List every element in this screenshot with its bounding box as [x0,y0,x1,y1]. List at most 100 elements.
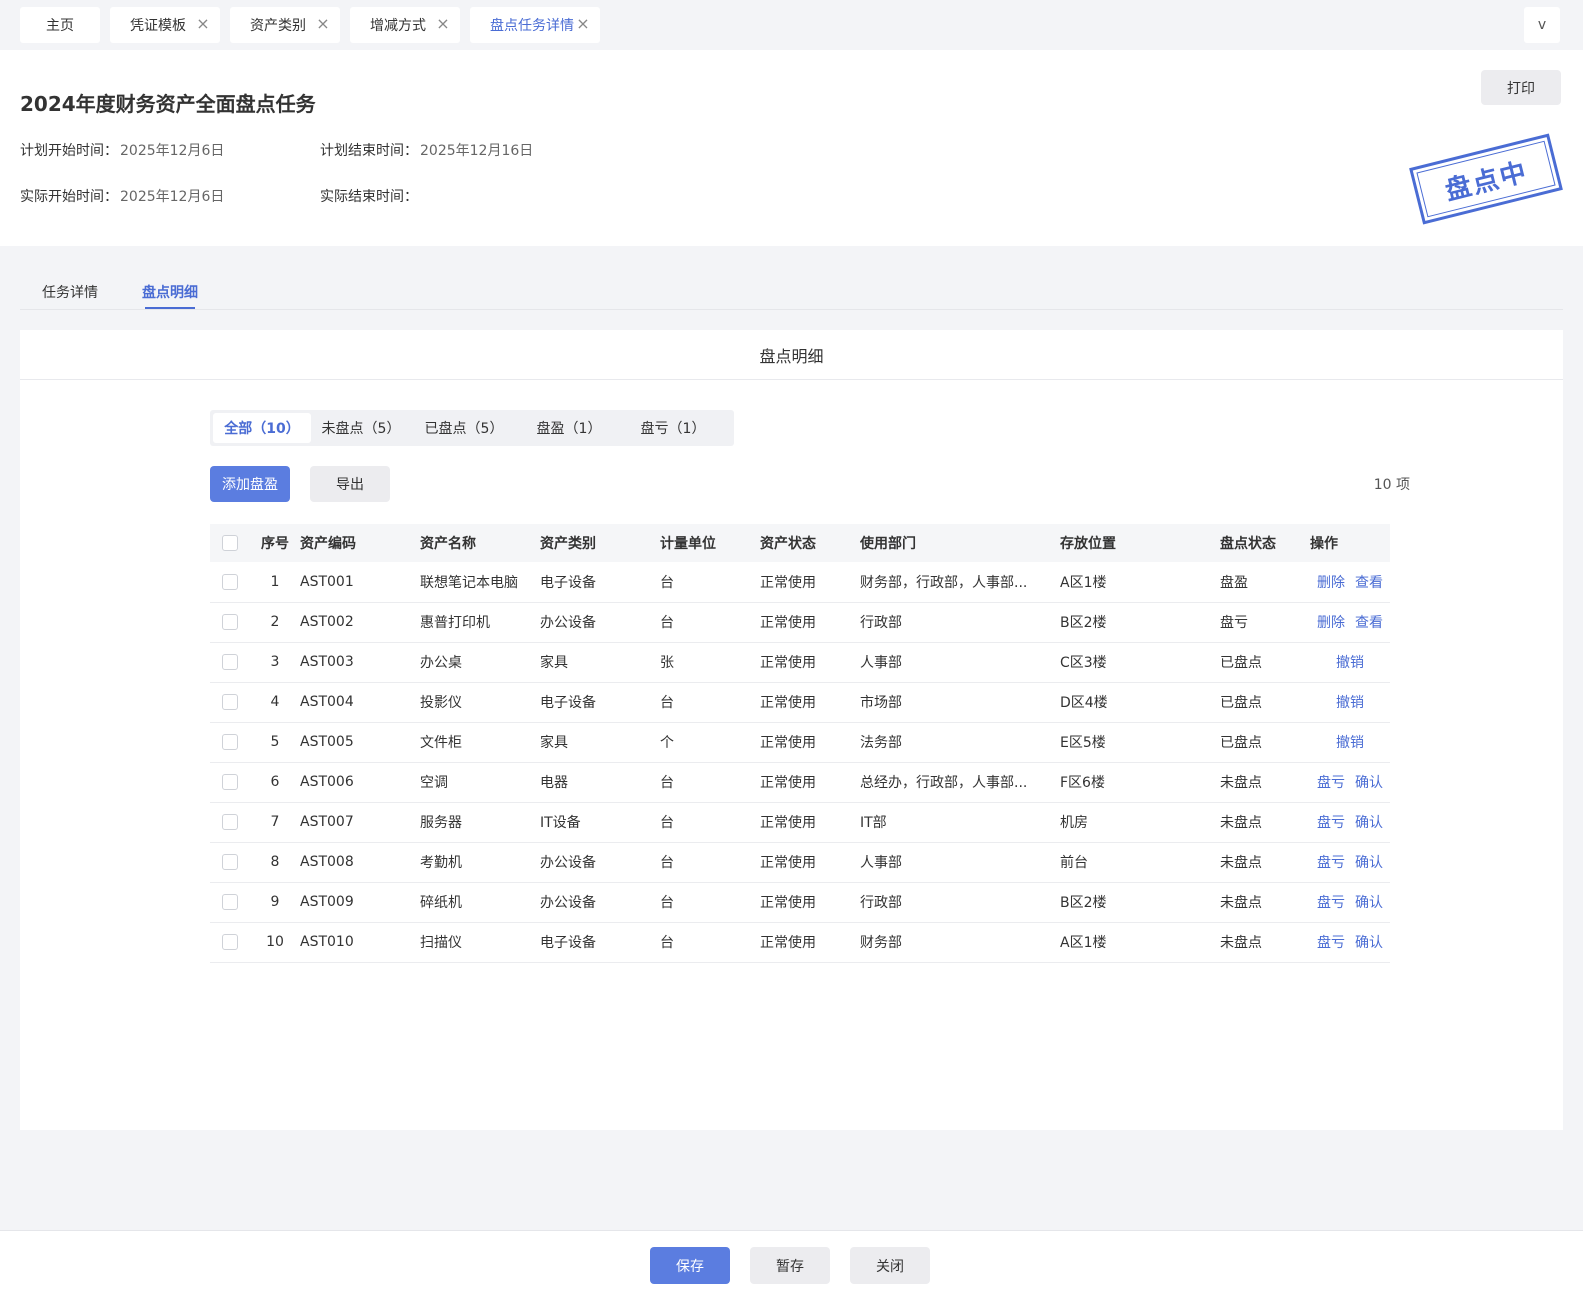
tab-home[interactable]: 主页 [20,7,100,43]
filter-unchecked[interactable]: 未盘点（5） [311,413,411,443]
asset-location: 机房 [1060,802,1220,843]
row-action-link[interactable]: 盘亏 [1317,775,1345,791]
row-action-link[interactable]: 盘亏 [1317,855,1345,871]
status-stamp: 盘点中 [1409,133,1563,225]
asset-dept: 人事部 [860,642,1060,683]
row-index: 1 [250,562,300,603]
asset-unit: 台 [660,842,760,883]
asset-location: F区6楼 [1060,762,1220,803]
table-row: 3 AST003 办公桌 家具张正常使用 人事部 C区3楼 已盘点 撤销 [210,642,1390,683]
save-button[interactable]: 保存 [650,1247,730,1284]
asset-category: 电子设备 [540,922,660,963]
tab-asset-category[interactable]: 资产类别 × [230,7,340,43]
row-checkbox[interactable] [222,894,238,910]
header-index: 序号 [250,524,300,562]
select-all-cell [210,524,250,562]
asset-code: AST010 [300,922,420,963]
row-action-link[interactable]: 删除 [1317,575,1345,591]
check-status: 未盘点 [1220,762,1310,803]
row-action-link[interactable]: 删除 [1317,615,1345,631]
tab-inventory-task-detail[interactable]: 盘点任务详情 × [470,7,600,43]
asset-unit: 张 [660,642,760,683]
tab-change-method[interactable]: 增减方式 × [350,7,460,43]
filter-loss[interactable]: 盘亏（1） [621,413,725,443]
row-checkbox[interactable] [222,573,238,590]
plan-start-value: 2025年12月6日 [120,143,225,159]
tab-label: 主页 [46,18,74,34]
header-status: 资产状态 [760,524,860,562]
row-checkbox[interactable] [222,694,238,710]
close-icon[interactable]: × [195,16,211,32]
row-action-link[interactable]: 确认 [1355,815,1383,831]
asset-code: AST004 [300,682,420,723]
row-action-link[interactable]: 确认 [1355,895,1383,911]
row-actions: 盘亏 确认 [1310,842,1390,883]
row-index: 3 [250,642,300,683]
row-action-link[interactable]: 查看 [1355,575,1383,591]
asset-name: 考勤机 [420,842,540,883]
plan-end-label: 计划结束时间： [320,143,418,159]
row-checkbox[interactable] [222,734,238,750]
export-button[interactable]: 导出 [310,466,390,502]
filter-surplus[interactable]: 盘盈（1） [517,413,621,443]
inventory-detail-panel: 盘点明细 全部（10） 未盘点（5） 已盘点（5） 盘盈（1） 盘亏（1） 添加… [20,330,1563,1130]
asset-status: 正常使用 [760,922,860,963]
select-all-checkbox[interactable] [222,535,238,551]
row-action-link[interactable]: 盘亏 [1317,895,1345,911]
asset-category: 办公设备 [540,882,660,923]
asset-location: B区2楼 [1060,602,1220,643]
actual-end-label: 实际结束时间： [320,189,418,205]
asset-location: C区3楼 [1060,642,1220,683]
tab-more-button[interactable]: v [1524,7,1560,43]
asset-category: IT设备 [540,802,660,843]
tab-inventory-detail[interactable]: 盘点明细 [142,282,198,302]
actual-start-value: 2025年12月6日 [120,189,225,205]
row-checkbox[interactable] [222,814,238,830]
asset-category: 电子设备 [540,562,660,603]
plan-end-value: 2025年12月16日 [420,143,534,159]
asset-dept: IT部 [860,802,1060,843]
close-icon[interactable]: × [315,16,331,32]
draft-button[interactable]: 暂存 [750,1247,830,1284]
row-action-link[interactable]: 盘亏 [1317,815,1345,831]
row-action-link[interactable]: 撤销 [1336,695,1364,711]
filter-checked[interactable]: 已盘点（5） [411,413,517,443]
row-checkbox[interactable] [222,614,238,630]
header-check-status: 盘点状态 [1220,524,1310,562]
tab-label: 资产类别 [250,18,306,34]
row-select-cell [210,722,250,763]
row-select-cell [210,562,250,603]
row-actions: 盘亏 确认 [1310,802,1390,843]
row-checkbox[interactable] [222,654,238,670]
close-icon[interactable]: × [575,16,591,32]
check-status: 已盘点 [1220,722,1310,763]
row-action-link[interactable]: 确认 [1355,855,1383,871]
table-row: 5 AST005 文件柜 家具个正常使用 法务部 E区5楼 已盘点 撤销 [210,722,1390,763]
asset-code: AST005 [300,722,420,763]
row-action-link[interactable]: 确认 [1355,775,1383,791]
tab-bar: 主页 凭证模板 × 资产类别 × 增减方式 × 盘点任务详情 × v [0,0,1583,50]
close-button[interactable]: 关闭 [850,1247,930,1284]
header-dept: 使用部门 [860,524,1060,562]
tab-task-detail[interactable]: 任务详情 [42,282,98,302]
header-category: 资产类别 [540,524,660,562]
asset-code: AST006 [300,762,420,803]
row-select-cell [210,922,250,963]
row-checkbox[interactable] [222,934,238,950]
row-action-link[interactable]: 撤销 [1336,735,1364,751]
row-action-link[interactable]: 确认 [1355,935,1383,951]
row-select-cell [210,762,250,803]
row-action-link[interactable]: 盘亏 [1317,935,1345,951]
add-surplus-button[interactable]: 添加盘盈 [210,466,290,502]
asset-status: 正常使用 [760,682,860,723]
row-action-link[interactable]: 查看 [1355,615,1383,631]
row-index: 8 [250,842,300,883]
print-button[interactable]: 打印 [1481,70,1561,105]
row-action-link[interactable]: 撤销 [1336,655,1364,671]
filter-all[interactable]: 全部（10） [213,413,311,443]
close-icon[interactable]: × [435,16,451,32]
row-checkbox[interactable] [222,854,238,870]
check-status: 未盘点 [1220,842,1310,883]
row-checkbox[interactable] [222,774,238,790]
tab-voucher-template[interactable]: 凭证模板 × [110,7,220,43]
